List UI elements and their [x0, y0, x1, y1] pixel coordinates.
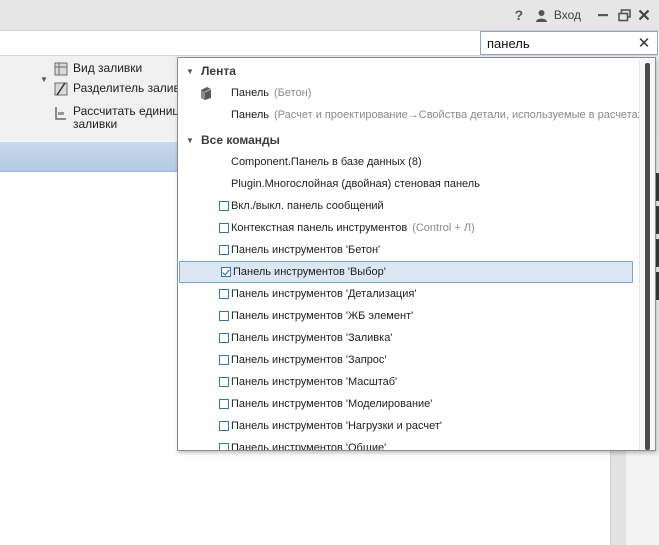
command-item[interactable]: Панель инструментов 'ЖБ элемент' [178, 305, 633, 327]
checkbox-icon[interactable] [219, 355, 229, 365]
result-item-ribbon-panel-design[interactable]: Панель (Расчет и проектирование→Свойства … [178, 104, 647, 126]
dropdown-scrollbar[interactable] [639, 60, 655, 450]
result-hint: (Бетон) [274, 87, 312, 99]
minimize-icon[interactable] [593, 5, 613, 25]
fill-separator-label: Разделитель заливк [73, 81, 186, 95]
command-label: Панель инструментов 'Заливка' [231, 332, 392, 344]
section-title: Все команды [201, 133, 280, 147]
fill-view-label: Вид заливки [73, 61, 143, 75]
checkbox-icon[interactable] [219, 443, 229, 450]
checkbox-icon[interactable] [219, 399, 229, 409]
checkbox-icon[interactable] [219, 245, 229, 255]
command-item[interactable]: Панель инструментов 'Нагрузки и расчет' [178, 415, 633, 437]
command-label-text: Панель инструментов 'Детализация' [231, 288, 417, 300]
command-search: ✕ [480, 31, 658, 55]
command-label: Component.Панель в базе данных (8) [231, 156, 422, 168]
command-label-text: Панель инструментов 'Бетон' [231, 244, 381, 256]
result-label: Панель (Расчет и проектирование→Свойства … [231, 109, 647, 121]
result-label-text: Панель [231, 87, 270, 99]
checkbox-icon[interactable] [219, 289, 229, 299]
checkbox-icon[interactable] [219, 201, 229, 211]
command-label: Вкл./выкл. панель сообщений [231, 200, 384, 212]
search-input[interactable] [481, 32, 631, 54]
window-controls: ? Вход [510, 5, 653, 25]
calc-units-label-line2: заливки [73, 117, 118, 131]
command-label-text: Панель инструментов 'Моделирование' [231, 398, 433, 410]
command-label: Панель инструментов 'Детализация' [231, 288, 416, 300]
command-label-text: Панель инструментов 'ЖБ элемент' [231, 310, 414, 322]
result-label: Панель (Бетон) [231, 87, 311, 99]
help-icon[interactable]: ? [510, 5, 528, 25]
result-hint: (Расчет и проектирование→Свойства детали… [274, 109, 647, 121]
command-label: Панель инструментов 'Общие' [231, 442, 387, 451]
section-all-commands[interactable]: ▼ Все команды [178, 129, 280, 151]
checkbox-icon[interactable] [219, 311, 229, 321]
command-item[interactable]: Plugin.Многослойная (двойная) стеновая п… [178, 173, 633, 195]
command-label-text: Панель инструментов 'Масштаб' [231, 376, 398, 388]
command-label-text: Панель инструментов 'Общие' [231, 442, 387, 451]
section-title: Лента [201, 64, 236, 78]
calc-fill-units-button[interactable]: Рассчитать единиц заливки [54, 105, 179, 131]
dropdown-arrow-icon[interactable]: ▼ [40, 75, 48, 84]
fill-separator-button[interactable]: Разделитель заливк [54, 81, 185, 96]
login-button[interactable]: Вход [554, 5, 581, 25]
command-item[interactable]: Панель инструментов 'Заливка' [178, 327, 633, 349]
command-item[interactable]: Панель инструментов 'Детализация' [178, 283, 633, 305]
fill-view-icon [54, 62, 68, 76]
command-label-text: Панель инструментов 'Заливка' [231, 332, 393, 344]
collapse-caret-icon[interactable]: ▼ [186, 136, 195, 145]
calc-units-label-line1: Рассчитать единиц [73, 104, 180, 118]
command-label-text: Контекстная панель инструментов [231, 222, 408, 234]
command-label: Панель инструментов 'Нагрузки и расчет' [231, 420, 442, 432]
user-icon[interactable] [534, 5, 550, 25]
command-label: Панель инструментов 'Масштаб' [231, 376, 397, 388]
command-item[interactable]: Вкл./выкл. панель сообщений [178, 195, 633, 217]
command-label-text: Панель инструментов 'Нагрузки и расчет' [231, 420, 443, 432]
command-item[interactable]: Панель инструментов 'Выбор' [179, 261, 633, 283]
restore-icon[interactable] [613, 5, 635, 25]
checkbox-checked-icon[interactable] [221, 267, 231, 277]
command-label: Панель инструментов 'Бетон' [231, 244, 380, 256]
result-item-ribbon-panel-concrete[interactable]: Панель (Бетон) [178, 82, 633, 104]
command-label-text: Панель инструментов 'Запрос' [231, 354, 387, 366]
scroll-thumb[interactable] [645, 63, 650, 450]
command-label-text: Component.Панель в базе данных (8) [231, 156, 422, 168]
search-results-dropdown: ▼ Лента Панель (Бетон) Панель (Расчет и пр… [177, 57, 656, 451]
command-label: Панель инструментов 'Выбор' [233, 266, 386, 278]
collapse-caret-icon[interactable]: ▼ [186, 67, 195, 76]
command-item[interactable]: Панель инструментов 'Бетон' [178, 239, 633, 261]
checkbox-icon[interactable] [219, 377, 229, 387]
command-label: Plugin.Многослойная (двойная) стеновая п… [231, 178, 480, 190]
fill-separator-icon [54, 82, 68, 96]
command-label: Панель инструментов 'Запрос' [231, 354, 387, 366]
calc-units-label: Рассчитать единиц заливки [73, 105, 179, 131]
command-item[interactable]: Component.Панель в базе данных (8) [178, 151, 633, 173]
checkbox-icon[interactable] [219, 421, 229, 431]
command-item[interactable]: Панель инструментов 'Общие' [178, 437, 633, 451]
command-label-text: Панель инструментов 'Выбор' [233, 266, 386, 278]
command-label-text: Plugin.Многослойная (двойная) стеновая п… [231, 178, 480, 190]
command-label: Панель инструментов 'ЖБ элемент' [231, 310, 413, 322]
command-item[interactable]: Панель инструментов 'Запрос' [178, 349, 633, 371]
calc-units-icon [55, 107, 66, 120]
panel-icon [201, 87, 212, 100]
command-shortcut-hint: (Control + Л) [412, 222, 475, 234]
command-label: Контекстная панель инструментов (Control … [231, 222, 475, 234]
clear-search-icon[interactable]: ✕ [637, 35, 651, 52]
command-item[interactable]: Панель инструментов 'Масштаб' [178, 371, 633, 393]
command-item[interactable]: Панель инструментов 'Моделирование' [178, 393, 633, 415]
result-label-text: Панель [231, 109, 270, 121]
fill-view-button[interactable]: Вид заливки [54, 61, 142, 76]
close-icon[interactable] [635, 5, 653, 25]
checkbox-icon[interactable] [219, 333, 229, 343]
command-label: Панель инструментов 'Моделирование' [231, 398, 432, 410]
command-label-text: Вкл./выкл. панель сообщений [231, 200, 384, 212]
checkbox-icon[interactable] [219, 223, 229, 233]
command-item[interactable]: Контекстная панель инструментов (Control … [178, 217, 633, 239]
section-ribbon[interactable]: ▼ Лента [178, 60, 236, 82]
title-bar: ? Вход [0, 0, 659, 30]
